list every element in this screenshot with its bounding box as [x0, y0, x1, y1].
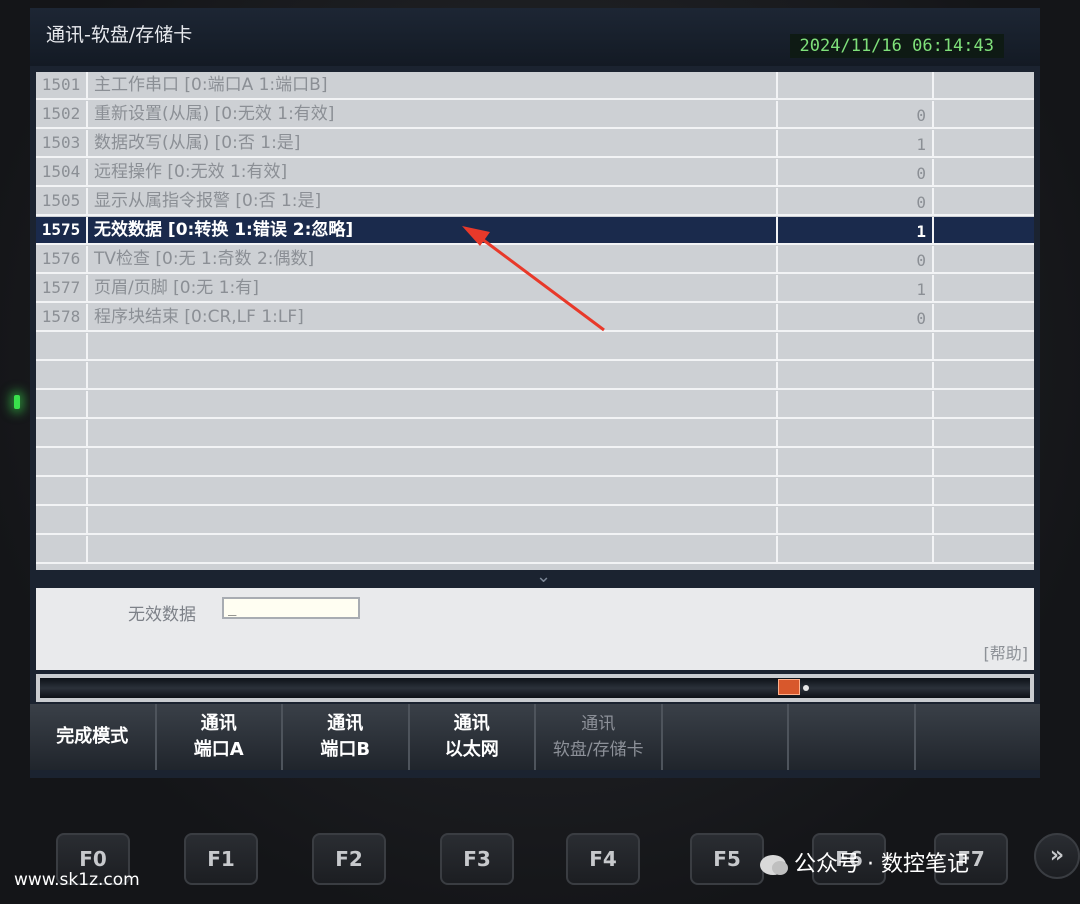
red-pointer-arrow	[462, 226, 605, 332]
